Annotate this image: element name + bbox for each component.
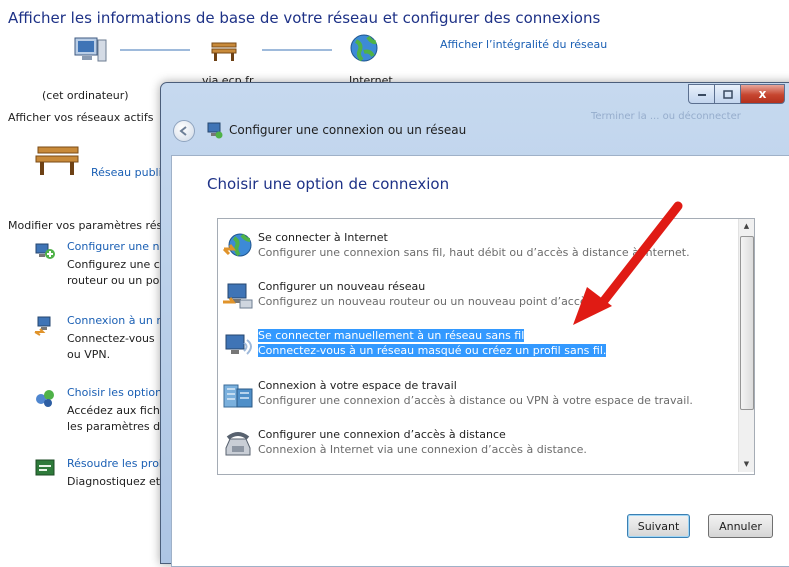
task-title[interactable]: Choisir les option xyxy=(67,386,162,399)
bench-icon xyxy=(211,42,237,61)
dialog-title: Configurer une connexion ou un réseau xyxy=(229,123,467,137)
option-title: Configurer un nouveau réseau xyxy=(258,280,426,293)
maximize-button[interactable] xyxy=(715,84,741,104)
task-desc: les paramètres de xyxy=(67,420,167,433)
list-scrollbar[interactable]: ▲ ▼ xyxy=(738,219,754,472)
network-setup-title-icon xyxy=(207,122,223,139)
modify-settings-label: Modifier vos paramètres rés xyxy=(8,219,163,232)
option-manual-wireless[interactable]: Se connecter manuellement à un réseau sa… xyxy=(218,325,739,367)
task-desc: Configurez une c xyxy=(67,258,160,271)
next-button[interactable]: Suivant xyxy=(627,514,690,538)
back-arrow-icon xyxy=(179,126,187,136)
scroll-thumb[interactable] xyxy=(740,236,754,410)
dialog-nav-bar: Configurer une connexion ou un réseau xyxy=(169,109,789,155)
option-title: Configurer une connexion d’accès à dista… xyxy=(258,428,506,441)
option-desc: Configurez un nouveau routeur ou un nouv… xyxy=(258,295,596,308)
option-desc: Connexion à Internet via une connexion d… xyxy=(258,443,587,456)
full-map-link[interactable]: Afficher l’intégralité du réseau xyxy=(440,38,607,51)
task-title[interactable]: Configurer une n xyxy=(67,240,160,253)
minimize-icon xyxy=(697,94,706,96)
homegroup-icon xyxy=(36,390,54,407)
connection-setup-dialog: Terminer la ... ou déconnecter x Configu… xyxy=(160,82,789,567)
dialog-content: Choisir une option de connexion Se conne… xyxy=(171,155,789,567)
public-network-link[interactable]: Réseau publi xyxy=(91,166,162,179)
maximize-icon xyxy=(722,89,733,99)
task-desc: Diagnostiquez et xyxy=(67,475,161,488)
workplace-icon xyxy=(223,384,253,408)
cancel-button[interactable]: Annuler xyxy=(708,514,773,538)
globe-icon xyxy=(350,34,378,62)
option-desc: Configurer une connexion sans fil, haut … xyxy=(258,246,690,259)
option-title: Se connecter à Internet xyxy=(258,231,388,244)
wireless-manual-icon xyxy=(225,334,252,355)
task-desc: routeur ou un poi xyxy=(67,274,163,287)
task-desc: Connectez-vous xyxy=(67,332,155,345)
task-desc: ou VPN. xyxy=(67,348,111,361)
option-title: Connexion à votre espace de travail xyxy=(258,379,457,392)
option-desc: Configurer une connexion d’accès à dista… xyxy=(258,394,693,407)
option-internet[interactable]: Se connecter à Internet Configurer une c… xyxy=(218,227,739,269)
dialup-phone-icon xyxy=(225,432,251,456)
scroll-up-icon[interactable]: ▲ xyxy=(739,219,754,234)
public-network-bench-icon xyxy=(35,146,79,175)
node-label-computer: (cet ordinateur) xyxy=(42,89,129,102)
option-dialup[interactable]: Configurer une connexion d’accès à dista… xyxy=(218,424,739,466)
active-networks-label: Afficher vos réseaux actifs xyxy=(8,111,154,124)
task-title[interactable]: Connexion à un r xyxy=(67,314,161,327)
scroll-down-icon[interactable]: ▼ xyxy=(739,457,754,472)
computer-icon xyxy=(74,37,107,62)
option-title: Se connecter manuellement à un réseau sa… xyxy=(258,329,525,342)
network-setup-icon xyxy=(35,243,55,259)
network-connect-icon xyxy=(34,316,51,336)
dialog-heading: Choisir une option de connexion xyxy=(207,175,450,193)
option-desc: Connectez-vous à un réseau masqué ou cré… xyxy=(258,344,607,357)
minimize-button[interactable] xyxy=(688,84,715,104)
page-title: Afficher les informations de base de vot… xyxy=(8,9,601,27)
close-button[interactable]: x xyxy=(741,84,785,104)
task-title[interactable]: Résoudre les prob xyxy=(67,457,166,470)
option-new-network[interactable]: Configurer un nouveau réseau Configurez … xyxy=(218,276,739,318)
new-network-icon xyxy=(223,283,253,309)
titlebar-buttons: x xyxy=(688,84,785,104)
troubleshoot-icon xyxy=(35,459,55,476)
internet-connect-icon xyxy=(222,233,252,257)
connection-options-list[interactable]: Se connecter à Internet Configurer une c… xyxy=(217,218,755,475)
option-workplace[interactable]: Connexion à votre espace de travail Conf… xyxy=(218,375,739,417)
back-button[interactable] xyxy=(173,120,195,142)
task-desc: Accédez aux fichi xyxy=(67,404,163,417)
